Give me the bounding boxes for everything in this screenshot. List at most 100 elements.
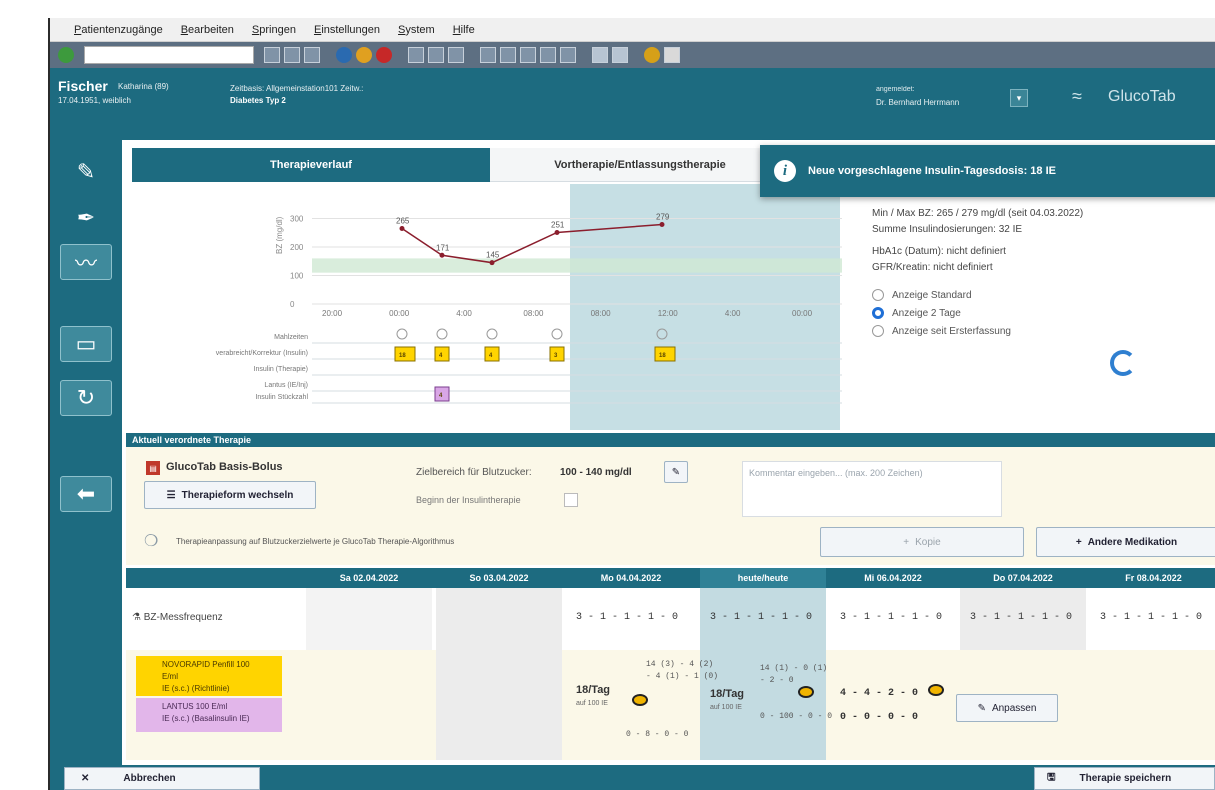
x-tick-label: 00:00: [792, 309, 813, 318]
med-dose: IE (s.c.) (Richtlinie): [162, 684, 230, 693]
window-icon[interactable]: [592, 47, 608, 63]
radio-two-days[interactable]: Anzeige 2 Tage: [872, 304, 1215, 322]
med-lantus[interactable]: LANTUS 100 E/ml IE (s.c.) (Basalinsulin …: [136, 698, 282, 732]
address-input[interactable]: [84, 46, 254, 64]
menu-help[interactable]: Hilfe: [453, 24, 475, 36]
insulin-start-checkbox[interactable]: [564, 493, 578, 507]
x-tick-label: 00:00: [389, 309, 410, 318]
menu-system[interactable]: System: [398, 24, 435, 36]
target-value: 100 - 140 mg/dl: [560, 467, 632, 478]
col-header: Sa 02.04.2022: [339, 573, 399, 583]
save-label: Therapie speichern: [1079, 773, 1172, 784]
day4-scheme-2: - 2 - 0: [760, 676, 794, 685]
data-label: 145: [486, 251, 500, 260]
toolbar-tool-icon[interactable]: [480, 47, 496, 63]
toolbar-tool-icon[interactable]: [500, 47, 516, 63]
other-medication-button[interactable]: + Andere Medikation: [1036, 527, 1215, 557]
plus-icon: +: [903, 536, 910, 548]
stats-panel: Min / Max BZ: 265 / 279 mg/dl (seit 04.0…: [872, 206, 1215, 406]
back-icon[interactable]: [336, 47, 352, 63]
bandage-icon[interactable]: ▭: [60, 326, 112, 362]
table-row: NOVORAPID Penfill 100 E/ml IE (s.c.) (Ri…: [126, 650, 1215, 760]
go-icon[interactable]: [58, 47, 74, 63]
menu-edit[interactable]: Bearbeiten: [181, 24, 234, 36]
reload-icon[interactable]: ↻: [60, 380, 112, 416]
minmax-line: Min / Max BZ: 265 / 279 mg/dl (seit 04.0…: [872, 208, 1084, 219]
pen-icon[interactable]: ✒: [60, 200, 112, 236]
forward-icon[interactable]: [356, 47, 372, 63]
toolbar-tool-icon[interactable]: [304, 47, 320, 63]
copy-label: Kopie: [915, 536, 941, 548]
y-tick-label: 300: [290, 215, 304, 224]
cancel-button[interactable]: ✕ Abbrechen: [64, 767, 260, 790]
freq-cell[interactable]: 3 - 1 - 1 - 1 - 0: [970, 612, 1072, 623]
patient-header: Fischer Katharina (89) 17.04.1951, weibl…: [50, 68, 1215, 140]
radio-dot[interactable]: [872, 325, 884, 337]
menu-bar: Patientenzugänge Bearbeiten Springen Ein…: [50, 18, 1215, 42]
med-dose: IE (s.c.) (Basalinsulin IE): [162, 714, 250, 723]
chart-nav-icon[interactable]: 〰: [60, 244, 112, 280]
back-arrow-icon[interactable]: ⬅: [60, 476, 112, 512]
notification-text: Neue vorgeschlagene Insulin-Tagesdosis: …: [808, 165, 1056, 177]
toolbar-tool-icon[interactable]: [264, 47, 280, 63]
menu-settings[interactable]: Einstellungen: [314, 24, 380, 36]
window-icon[interactable]: [612, 47, 628, 63]
day3-basal: 0 - 8 - 0 - 0: [626, 730, 689, 739]
notification-popup[interactable]: i Neue vorgeschlagene Insulin-Tagesdosis…: [760, 145, 1215, 197]
toolbar-tool-icon[interactable]: [540, 47, 556, 63]
menu-patients[interactable]: Patientenzugänge: [74, 24, 163, 36]
radio-since-start[interactable]: Anzeige seit Ersterfassung: [872, 322, 1215, 340]
therapy-hint: Therapieanpassung auf Blutzuckerzielwert…: [176, 537, 455, 546]
main-content: Therapieverlauf Vortherapie/Entlassungst…: [122, 140, 1215, 765]
toolbar-tool-icon[interactable]: [448, 47, 464, 63]
settings-icon[interactable]: [644, 47, 660, 63]
cell-bg: [436, 588, 562, 650]
menu-goto[interactable]: Springen: [252, 24, 296, 36]
freq-cell[interactable]: 3 - 1 - 1 - 1 - 0: [840, 612, 942, 623]
change-therapy-button[interactable]: ☰ Therapieform wechseln: [144, 481, 316, 509]
day3-dose: 18/Tag: [576, 684, 611, 696]
med-novorapid[interactable]: NOVORAPID Penfill 100 E/ml IE (s.c.) (Ri…: [136, 656, 282, 696]
freq-cell[interactable]: 3 - 1 - 1 - 1 - 0: [1100, 612, 1202, 623]
copy-button[interactable]: + Kopie: [820, 527, 1024, 557]
save-therapy-button[interactable]: 🖫 Therapie speichern: [1034, 767, 1215, 790]
toolbar-tool-icon[interactable]: [284, 47, 300, 63]
refresh-icon[interactable]: [1110, 350, 1136, 376]
close-icon: ✕: [81, 773, 90, 784]
bz-frequency-label: ⚗ BZ-Messfrequenz: [132, 612, 223, 623]
stop-icon[interactable]: [376, 47, 392, 63]
col-header: Do 07.04.2022: [993, 573, 1053, 583]
radio-dot[interactable]: [872, 307, 884, 319]
row-label: Lantus (IE/Inj): [264, 382, 308, 389]
edit-target-button[interactable]: ✎: [664, 461, 688, 483]
toolbar-tool-icon[interactable]: [408, 47, 424, 63]
patient-birthdate: 17.04.1951, weiblich: [58, 96, 131, 105]
grid-icon[interactable]: [664, 47, 680, 63]
freq-cell[interactable]: 3 - 1 - 1 - 1 - 0: [576, 612, 678, 623]
radio-standard[interactable]: Anzeige Standard: [872, 286, 1215, 304]
footer-bar: ✕ Abbrechen 🖫 Therapie speichern: [50, 765, 1215, 790]
day3-scheme: 14 (3) - 4 (2): [646, 660, 714, 669]
toolbar-tool-icon[interactable]: [520, 47, 536, 63]
flask-icon: ⚗: [132, 612, 141, 623]
adjust-button[interactable]: ✎ Anpassen: [956, 694, 1058, 722]
comment-field[interactable]: Kommentar eingeben... (max. 200 Zeichen): [742, 461, 1002, 517]
radio-dot[interactable]: [872, 289, 884, 301]
freq-cell[interactable]: 3 - 1 - 1 - 1 - 0: [710, 612, 812, 623]
syringe-icon[interactable]: ✎: [60, 154, 112, 190]
toolbar-tool-icon[interactable]: [560, 47, 576, 63]
x-tick-label: 12:00: [658, 309, 679, 318]
tab-pre-therapy[interactable]: Vortherapie/Entlassungstherapie: [490, 148, 790, 182]
patient-info: Zeitbasis: Allgemeinstation101 Zeitw.:: [230, 84, 364, 93]
tab-therapy-course[interactable]: Therapieverlauf: [132, 148, 490, 182]
bg-chart-svg: 300 200 100 0 BZ (mg/dl) 20:00 00:00 4:00 08:00 0…: [216, 184, 842, 430]
med-name: LANTUS 100 E/ml: [162, 702, 228, 711]
list-icon: ☰: [166, 489, 176, 501]
radio-label: Anzeige 2 Tage: [892, 307, 961, 319]
user-menu-button[interactable]: ▾: [1010, 89, 1028, 107]
toolbar-tool-icon[interactable]: [428, 47, 444, 63]
x-tick-label: 4:00: [725, 309, 741, 318]
pencil-icon: ✎: [671, 466, 681, 478]
row-label: Insulin (Therapie): [254, 366, 308, 373]
schedule-table-header: Sa 02.04.2022 So 03.04.2022 Mo 04.04.202…: [126, 568, 1215, 588]
